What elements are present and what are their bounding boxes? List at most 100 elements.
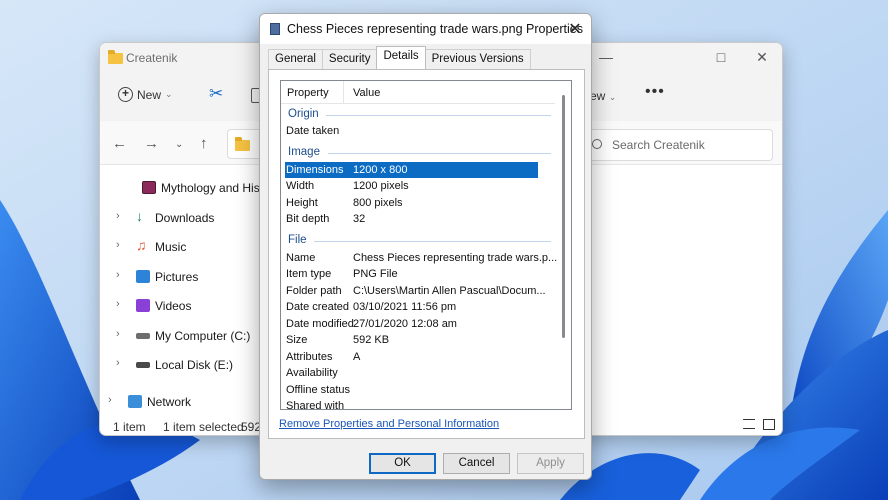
nav-item-label: Pictures xyxy=(155,270,199,284)
table-row[interactable]: Width 1200 pixels xyxy=(281,178,551,194)
chevron-right-icon: › xyxy=(108,394,112,406)
property-name: Name xyxy=(286,252,316,264)
table-row[interactable]: Item type PNG File xyxy=(281,266,551,282)
table-row-selected[interactable]: Dimensions 1200 x 800 xyxy=(285,162,538,178)
tiles-view-icon[interactable] xyxy=(763,419,775,430)
tab-security[interactable]: Security xyxy=(321,49,378,69)
table-row[interactable]: Name Chess Pieces representing trade war… xyxy=(281,250,557,266)
table-row[interactable]: Date created 03/10/2021 11:56 pm xyxy=(281,299,551,315)
cancel-button[interactable]: Cancel xyxy=(443,453,510,474)
search-icon xyxy=(592,139,602,149)
table-row[interactable]: Folder path C:\Users\Martin Allen Pascua… xyxy=(281,283,551,299)
status-selected: 1 item selected xyxy=(163,420,244,434)
table-row[interactable]: Height 800 pixels xyxy=(281,195,551,211)
nav-item-label: Videos xyxy=(155,299,192,313)
nav-item-label: My Computer (C:) xyxy=(155,329,251,343)
group-label: Image xyxy=(288,146,320,158)
folder-icon xyxy=(108,50,123,64)
network-icon xyxy=(128,395,142,408)
property-name: Availability xyxy=(286,367,338,379)
tab-previous-versions[interactable]: Previous Versions xyxy=(424,49,531,69)
group-divider xyxy=(326,115,551,116)
property-value: 1200 pixels xyxy=(353,180,409,192)
dialog-tabs: General Security Details Previous Versio… xyxy=(268,46,531,70)
details-panel: Property Value Origin Date taken Image D… xyxy=(268,69,585,439)
plus-icon: + xyxy=(118,87,133,102)
details-view-icon[interactable] xyxy=(743,419,755,429)
property-name: Date modified xyxy=(286,318,354,330)
maximize-icon[interactable]: □ xyxy=(710,49,732,65)
table-row[interactable]: Bit depth 32 xyxy=(281,211,551,227)
chevron-right-icon: › xyxy=(116,239,120,251)
music-icon: ♫ xyxy=(136,237,147,253)
remove-properties-link[interactable]: Remove Properties and Personal Informati… xyxy=(279,418,499,430)
videos-icon xyxy=(136,299,150,312)
navigation-pane: Mythology and Histo › ↓ Downloads › ♫ Mu… xyxy=(100,165,270,415)
chevron-down-icon: ⌄ xyxy=(165,89,173,99)
png-file-icon xyxy=(270,23,280,35)
tab-general[interactable]: General xyxy=(268,49,323,69)
nav-item-label: Network xyxy=(147,395,192,409)
chevron-right-icon: › xyxy=(116,210,120,222)
property-value: 592 KB xyxy=(353,334,390,346)
property-value: 32 xyxy=(353,213,366,225)
details-list[interactable]: Property Value Origin Date taken Image D… xyxy=(280,80,572,410)
properties-dialog: Chess Pieces representing trade wars.png… xyxy=(259,13,592,480)
cut-icon[interactable]: ✂ xyxy=(209,84,223,104)
close-icon[interactable]: ✕ xyxy=(565,19,585,39)
group-label: Origin xyxy=(288,108,319,120)
property-name: Date taken xyxy=(286,125,340,137)
property-name: Bit depth xyxy=(286,213,330,225)
minimize-icon[interactable]: — xyxy=(595,49,617,65)
column-header-property[interactable]: Property xyxy=(287,87,329,99)
pictures-icon xyxy=(136,270,150,283)
folder-icon xyxy=(235,137,250,151)
property-value: A xyxy=(353,351,361,363)
chevron-down-icon: ⌄ xyxy=(608,92,617,102)
drive-icon xyxy=(136,333,150,339)
up-arrow-icon[interactable]: ↑ xyxy=(200,135,208,152)
property-value: C:\Users\Martin Allen Pascual\Docum... xyxy=(353,285,546,297)
nav-item-label: Local Disk (E:) xyxy=(155,358,234,372)
table-row[interactable]: Shared with xyxy=(281,398,551,409)
property-name: Attributes xyxy=(286,351,333,363)
table-row[interactable]: Date modified 27/01/2020 12:08 am xyxy=(281,316,551,332)
table-row[interactable]: Availability xyxy=(281,365,551,381)
new-button[interactable]: + New ⌄ xyxy=(118,87,173,102)
vertical-scrollbar[interactable] xyxy=(562,95,565,338)
dialog-title: Chess Pieces representing trade wars.png… xyxy=(287,22,583,36)
property-value: 800 pixels xyxy=(353,197,403,209)
download-icon: ↓ xyxy=(136,208,143,224)
property-value: 27/01/2020 12:08 am xyxy=(353,318,457,330)
group-file: File xyxy=(281,232,551,250)
chevron-right-icon: › xyxy=(116,298,120,310)
property-name: Dimensions xyxy=(286,164,344,176)
apply-button[interactable]: Apply xyxy=(517,453,584,474)
chevron-right-icon: › xyxy=(116,357,120,369)
close-icon[interactable]: ✕ xyxy=(751,49,773,66)
table-row[interactable]: Attributes A xyxy=(281,349,551,365)
table-row[interactable]: Offline status xyxy=(281,382,551,398)
view-button[interactable]: ew ⌄ xyxy=(590,89,616,103)
property-value: PNG File xyxy=(353,268,398,280)
group-image: Image xyxy=(281,144,551,162)
column-divider[interactable] xyxy=(343,81,344,104)
property-name: Folder path xyxy=(286,285,342,297)
table-row[interactable]: Date taken xyxy=(281,123,551,139)
property-value: 1200 x 800 xyxy=(353,164,408,176)
table-row[interactable]: Size 592 KB xyxy=(281,332,551,348)
group-divider xyxy=(314,241,551,242)
tab-details[interactable]: Details xyxy=(376,46,426,69)
explorer-title: Createnik xyxy=(126,51,178,65)
nav-item-label: Mythology and Histo xyxy=(161,181,270,195)
column-header-value[interactable]: Value xyxy=(353,87,380,99)
chevron-right-icon: › xyxy=(116,269,120,281)
nav-item-label: Music xyxy=(155,240,187,254)
recent-chevron-icon[interactable]: ⌄ xyxy=(175,139,183,150)
more-options-icon[interactable]: ••• xyxy=(645,83,665,101)
nav-item-label: Downloads xyxy=(155,211,215,225)
ok-button[interactable]: OK xyxy=(369,453,436,474)
forward-arrow-icon[interactable]: → xyxy=(144,135,159,152)
back-arrow-icon[interactable]: ← xyxy=(112,135,127,152)
group-origin: Origin xyxy=(281,106,551,124)
